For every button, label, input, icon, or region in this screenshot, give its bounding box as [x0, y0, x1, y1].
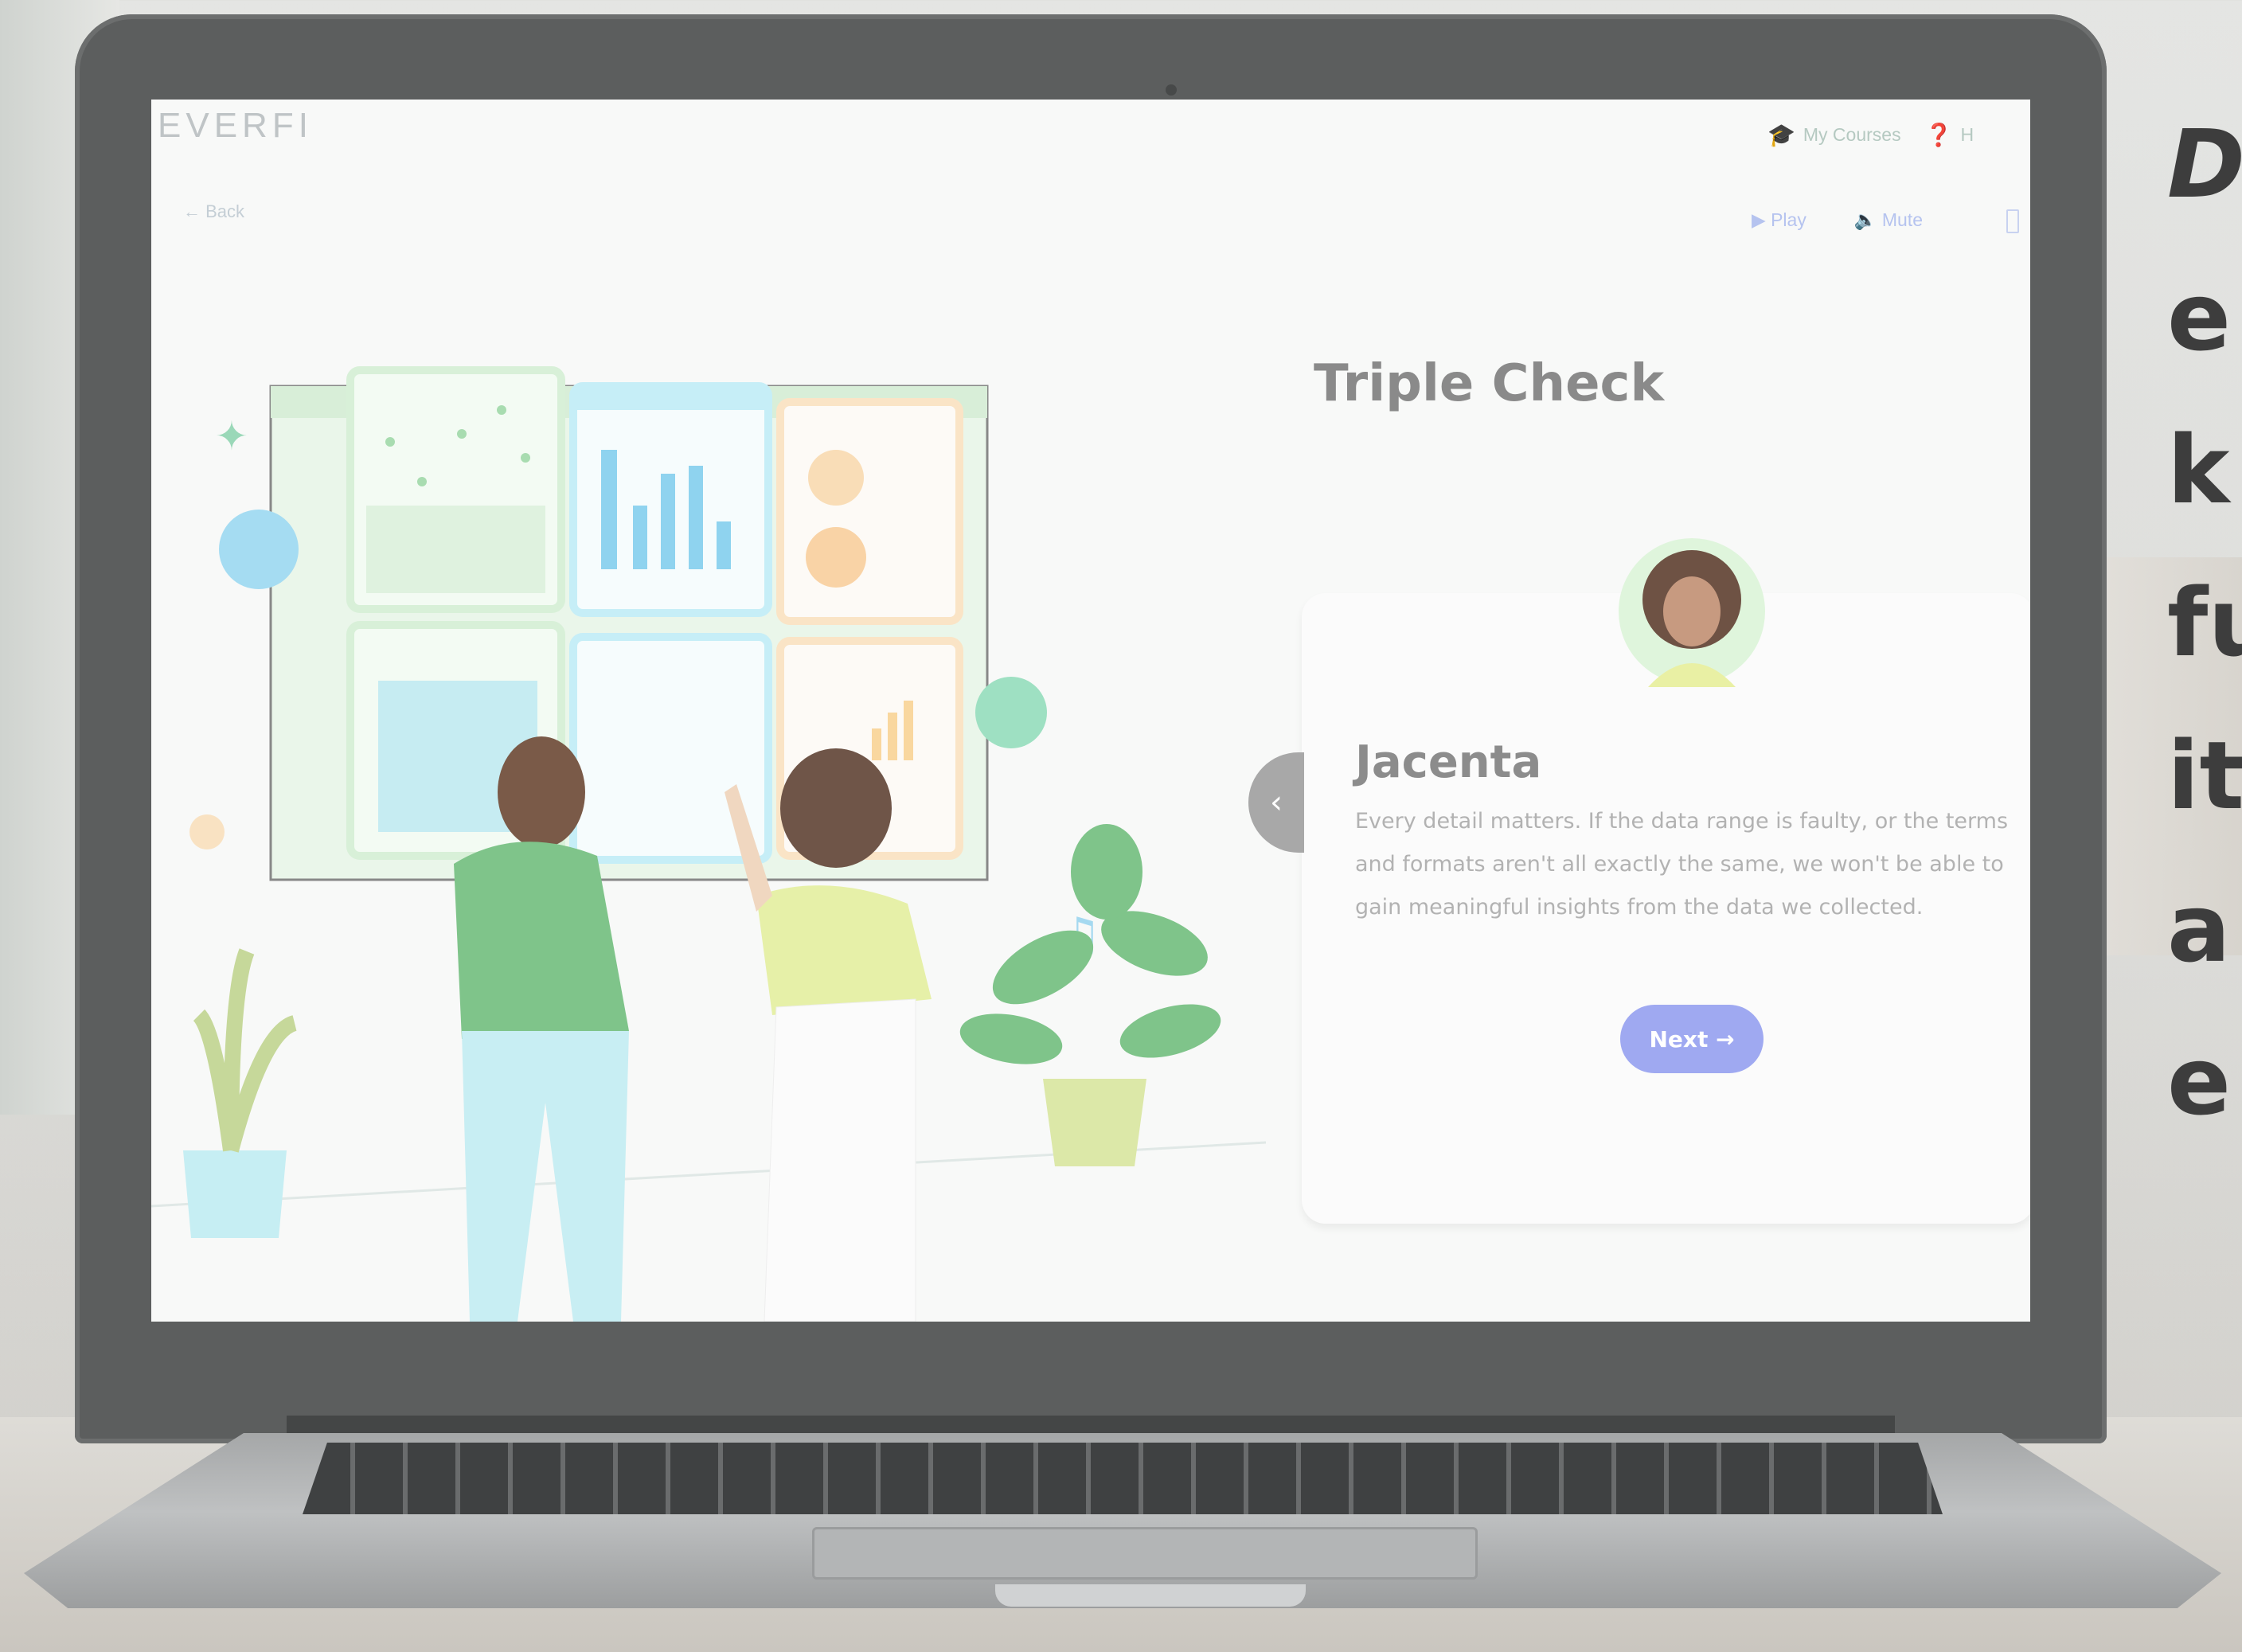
data-team-illustration: ♫ ✦: [151, 366, 1266, 1322]
nav-help[interactable]: ❓ H: [1925, 122, 1974, 148]
pot-right: [1043, 1079, 1146, 1166]
side-caption: D e k fu it a e: [2167, 88, 2242, 1158]
laptop-trackpad: [812, 1527, 1478, 1580]
bar-panel-header: [573, 386, 768, 410]
transcript-icon[interactable]: [2006, 209, 2019, 233]
laptop-screen: EVERFI ← Back 🎓 My Courses ❓ H ▶ Play 🔈 …: [151, 100, 2030, 1322]
jacenta-avatar: [1619, 538, 1765, 687]
top-nav: 🎓 My Courses ❓ H: [1767, 122, 1974, 148]
cactus: [193, 948, 298, 1153]
next-button[interactable]: Next →: [1620, 1005, 1764, 1073]
nav-my-courses-label: My Courses: [1803, 124, 1901, 145]
chat-bubble-icon: [219, 510, 299, 589]
scatter-table: [366, 506, 545, 593]
pie-chart-1: [808, 450, 864, 506]
woman-top: [756, 885, 932, 1015]
speaker-name: Jacenta: [1355, 736, 1542, 788]
side-caption-line: a: [2167, 873, 2231, 983]
play-button[interactable]: ▶ Play: [1752, 209, 1806, 231]
media-controls: ▶ Play 🔈 Mute: [1752, 209, 1923, 231]
lesson-title: Triple Check: [1314, 354, 1664, 413]
mute-button[interactable]: 🔈 Mute: [1854, 209, 1923, 231]
side-caption-line: fu: [2167, 568, 2242, 678]
man-head: [498, 736, 585, 848]
nav-my-courses[interactable]: 🎓 My Courses: [1767, 122, 1901, 148]
upload-arrow-icon: [975, 677, 1047, 748]
nav-help-label: H: [1960, 124, 1974, 145]
webcam-icon: [1166, 84, 1177, 96]
woman-hair: [780, 748, 892, 868]
graduation-cap-icon: 🎓: [1767, 123, 1795, 147]
sparkle-icon: ✦: [215, 413, 248, 459]
pot-left: [183, 1150, 287, 1238]
plant-leaves: [959, 824, 1221, 1064]
back-link[interactable]: ← Back: [183, 201, 244, 222]
side-caption-line: e: [2167, 1026, 2232, 1136]
everfi-logo: EVERFI: [158, 106, 313, 145]
side-caption-line: it: [2167, 721, 2242, 830]
man-pants: [462, 1031, 629, 1322]
side-caption-line: D: [2167, 109, 2242, 219]
side-caption-line: k: [2167, 415, 2230, 525]
help-icon: ❓: [1924, 123, 1953, 147]
laptop-keyboard: [303, 1443, 1943, 1514]
clock-icon: [189, 814, 225, 849]
side-caption-line: e: [2167, 262, 2232, 372]
pie-chart-2: [806, 527, 866, 588]
woman-pants: [764, 998, 916, 1322]
laptop-notch: [995, 1584, 1306, 1607]
pie-panel: [776, 398, 963, 625]
dialogue-text: Every detail matters. If the data range …: [1355, 809, 2009, 920]
